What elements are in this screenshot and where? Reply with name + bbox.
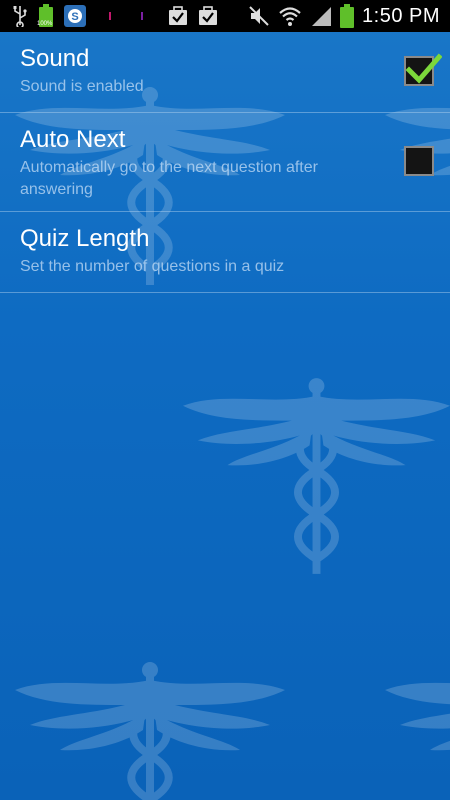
wifi-icon xyxy=(278,5,302,27)
settings-list: Sound Sound is enabled Auto Next Automat… xyxy=(0,32,450,293)
signal-icon xyxy=(310,5,332,27)
battery-small-label: 100% xyxy=(37,21,53,27)
sound-checkbox[interactable] xyxy=(404,53,442,86)
svg-text:S: S xyxy=(71,11,78,23)
pref-title: Quiz Length xyxy=(20,225,150,252)
pref-summary: Sound is enabled xyxy=(20,78,144,95)
battery-icon xyxy=(340,4,355,28)
notification-dot-icon xyxy=(108,11,112,21)
checkmark-icon xyxy=(406,53,442,84)
clock: 1:50 PM xyxy=(362,4,440,27)
usb-icon xyxy=(12,5,28,27)
caduceus-watermark-icon xyxy=(385,682,450,751)
caduceus-watermark-icon xyxy=(15,662,285,800)
status-bar: 100% S 1:50 PM xyxy=(0,0,450,32)
pref-summary: Automatically go to the next question af… xyxy=(20,159,318,198)
briefcase-check-icon xyxy=(168,6,188,26)
pref-title: Auto Next xyxy=(20,126,126,153)
briefcase-check-icon xyxy=(198,6,218,26)
notification-dot-icon xyxy=(140,11,144,21)
battery-small-icon: 100% xyxy=(37,4,54,28)
pref-summary: Set the number of questions in a quiz xyxy=(20,258,285,275)
sound-preference[interactable]: Sound Sound is enabled xyxy=(0,32,450,113)
auto-next-checkbox[interactable] xyxy=(404,146,434,176)
skype-icon: S xyxy=(64,5,86,27)
mute-icon xyxy=(248,5,270,27)
auto-next-preference[interactable]: Auto Next Automatically go to the next q… xyxy=(0,113,450,212)
pref-title: Sound xyxy=(20,45,90,72)
caduceus-watermark-icon xyxy=(183,378,450,574)
quiz-length-preference[interactable]: Quiz Length Set the number of questions … xyxy=(0,212,450,293)
